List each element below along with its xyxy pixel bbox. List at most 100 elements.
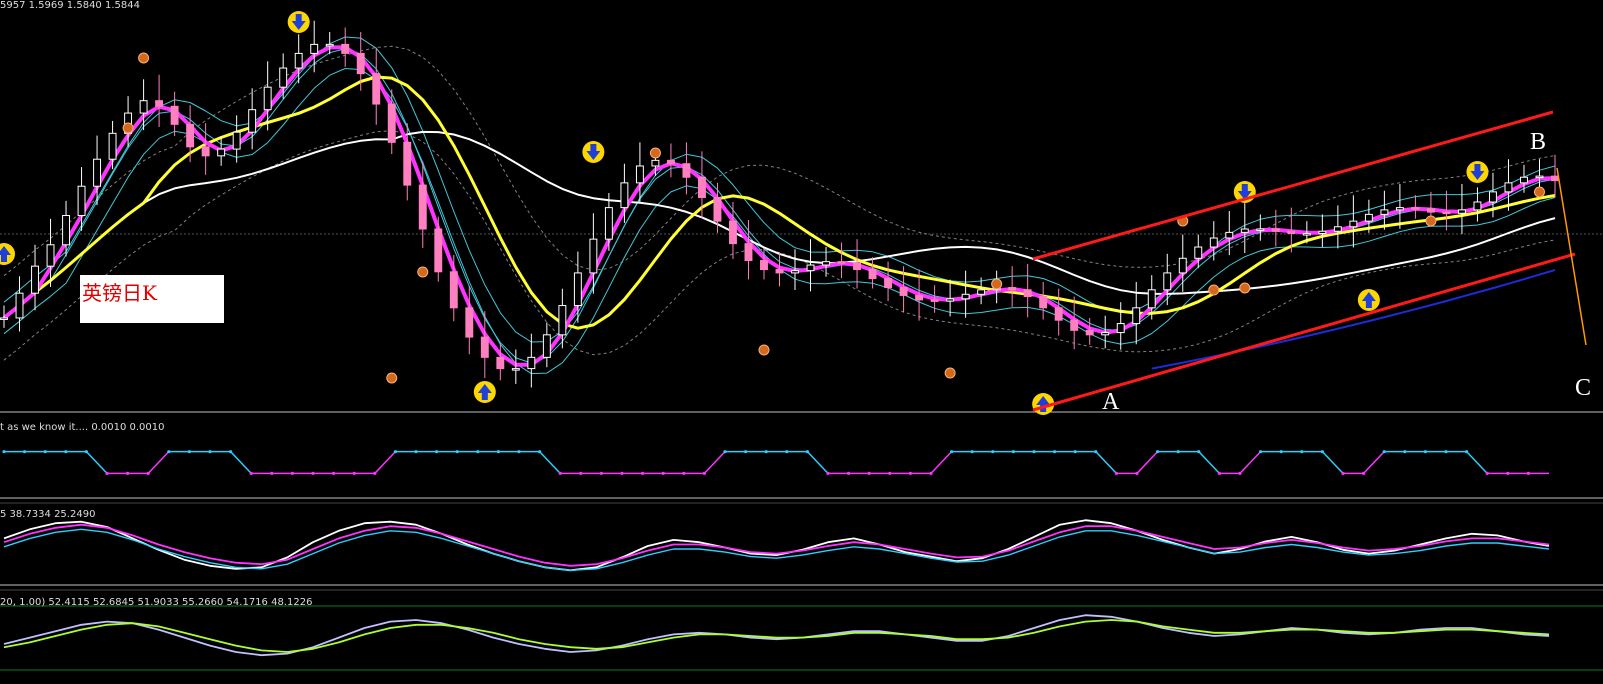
candle-body bbox=[31, 265, 39, 294]
panel-1-point bbox=[1300, 450, 1304, 454]
panel-1-point bbox=[723, 450, 727, 454]
panel-1-point bbox=[764, 450, 768, 454]
candle-body bbox=[620, 182, 629, 209]
main-header: 5957 1.5969 1.5840 1.5844 bbox=[0, 0, 140, 11]
signal-dot-marker bbox=[991, 278, 1003, 290]
candle-body bbox=[1489, 191, 1497, 203]
panel-1-point bbox=[620, 471, 624, 475]
panel-1-point bbox=[1444, 450, 1448, 454]
panel-1-point bbox=[1217, 471, 1221, 475]
point-label-a: A bbox=[1102, 389, 1120, 415]
candle-body bbox=[1551, 175, 1559, 182]
candle-body bbox=[837, 261, 846, 264]
candle-body bbox=[930, 299, 939, 302]
panel-1-point bbox=[496, 450, 500, 454]
signal-dot-marker bbox=[649, 147, 661, 159]
panel-1-point bbox=[43, 450, 47, 454]
candle-body bbox=[1287, 230, 1296, 235]
candle-body bbox=[155, 100, 164, 107]
panel-1-point bbox=[476, 450, 480, 454]
candle-body bbox=[0, 317, 8, 320]
candle-body bbox=[1504, 182, 1513, 193]
panel-1-point bbox=[414, 450, 418, 454]
candle-body bbox=[713, 196, 722, 222]
panel-1-point bbox=[126, 471, 130, 475]
candle-body bbox=[1364, 213, 1373, 222]
candle-body bbox=[651, 159, 660, 167]
candle-body bbox=[15, 292, 24, 319]
panel-1-point bbox=[167, 450, 171, 454]
panel-1-point bbox=[2, 450, 6, 454]
panel-1-point bbox=[1238, 471, 1242, 475]
panel-1-point bbox=[1279, 450, 1283, 454]
candle-body bbox=[1302, 233, 1311, 236]
panel-1-point bbox=[579, 471, 583, 475]
panel-1-point bbox=[702, 471, 707, 475]
candle-body bbox=[46, 244, 55, 267]
candle-body bbox=[1442, 211, 1451, 215]
candle-body bbox=[1256, 228, 1265, 232]
panel-1-point bbox=[1011, 450, 1016, 454]
panel-1-point bbox=[826, 471, 830, 475]
panel-1-point bbox=[1135, 471, 1139, 475]
candle-body bbox=[217, 148, 226, 157]
candle-body bbox=[744, 243, 753, 262]
candle-body bbox=[1116, 323, 1125, 334]
candle-body bbox=[418, 184, 427, 230]
candle-body bbox=[186, 123, 195, 148]
candle-body bbox=[108, 132, 117, 160]
candle-body bbox=[635, 165, 644, 184]
candle-body bbox=[232, 131, 241, 150]
candle-body bbox=[1333, 226, 1342, 232]
panel-1-point bbox=[455, 450, 459, 454]
panel-1-point bbox=[373, 471, 377, 475]
panel-1-point bbox=[1465, 450, 1469, 454]
signal-dot-marker bbox=[417, 266, 429, 278]
candle-body bbox=[1194, 246, 1203, 259]
candle-body bbox=[1520, 176, 1528, 184]
candle-body bbox=[791, 270, 799, 274]
panel-1-point bbox=[538, 450, 542, 454]
candle-body bbox=[573, 272, 582, 307]
candle-body bbox=[1426, 208, 1435, 213]
candle-body bbox=[977, 289, 986, 295]
candle-body bbox=[884, 278, 893, 289]
candle-body bbox=[496, 356, 505, 370]
candle-body bbox=[1240, 228, 1249, 233]
candle-body bbox=[403, 141, 412, 186]
candle-body bbox=[1395, 207, 1404, 211]
panel-1-point bbox=[290, 471, 294, 475]
candle-body bbox=[1380, 209, 1389, 215]
panel-1-point bbox=[229, 450, 233, 454]
candle-body bbox=[93, 158, 102, 187]
panel-1-point bbox=[332, 471, 336, 475]
candle-body bbox=[697, 176, 706, 198]
candle-body bbox=[604, 207, 613, 240]
panel-1-point bbox=[1341, 471, 1345, 475]
candle-body bbox=[1411, 207, 1420, 210]
panel-1-point bbox=[1032, 450, 1036, 454]
candle-body bbox=[775, 269, 784, 274]
candle-body bbox=[1225, 231, 1234, 239]
panel-1-point bbox=[1197, 450, 1201, 454]
chart-canvas bbox=[0, 0, 1603, 684]
panel-1-point bbox=[599, 471, 604, 475]
candle-body bbox=[1085, 329, 1094, 336]
panel-1-point bbox=[1176, 450, 1180, 454]
candle-body bbox=[1318, 230, 1327, 235]
candle-body bbox=[666, 159, 675, 165]
candle-body bbox=[1163, 272, 1172, 291]
panel-1-point bbox=[1362, 471, 1366, 475]
signal-dot-marker bbox=[138, 52, 150, 64]
panel-1-point bbox=[682, 471, 686, 475]
candle-body bbox=[853, 262, 862, 271]
panel-1-point bbox=[805, 450, 810, 454]
panel-1-point bbox=[1094, 450, 1098, 454]
candle-body bbox=[1473, 201, 1482, 211]
candle-body bbox=[356, 52, 365, 75]
panel-1-point bbox=[1320, 450, 1324, 454]
candle-body bbox=[868, 269, 877, 280]
panel-1-point bbox=[847, 471, 851, 475]
panel-3-header: 20, 1.00) 52.4115 52.6845 51.9033 55.266… bbox=[0, 597, 313, 608]
signal-dot-marker bbox=[122, 122, 134, 134]
